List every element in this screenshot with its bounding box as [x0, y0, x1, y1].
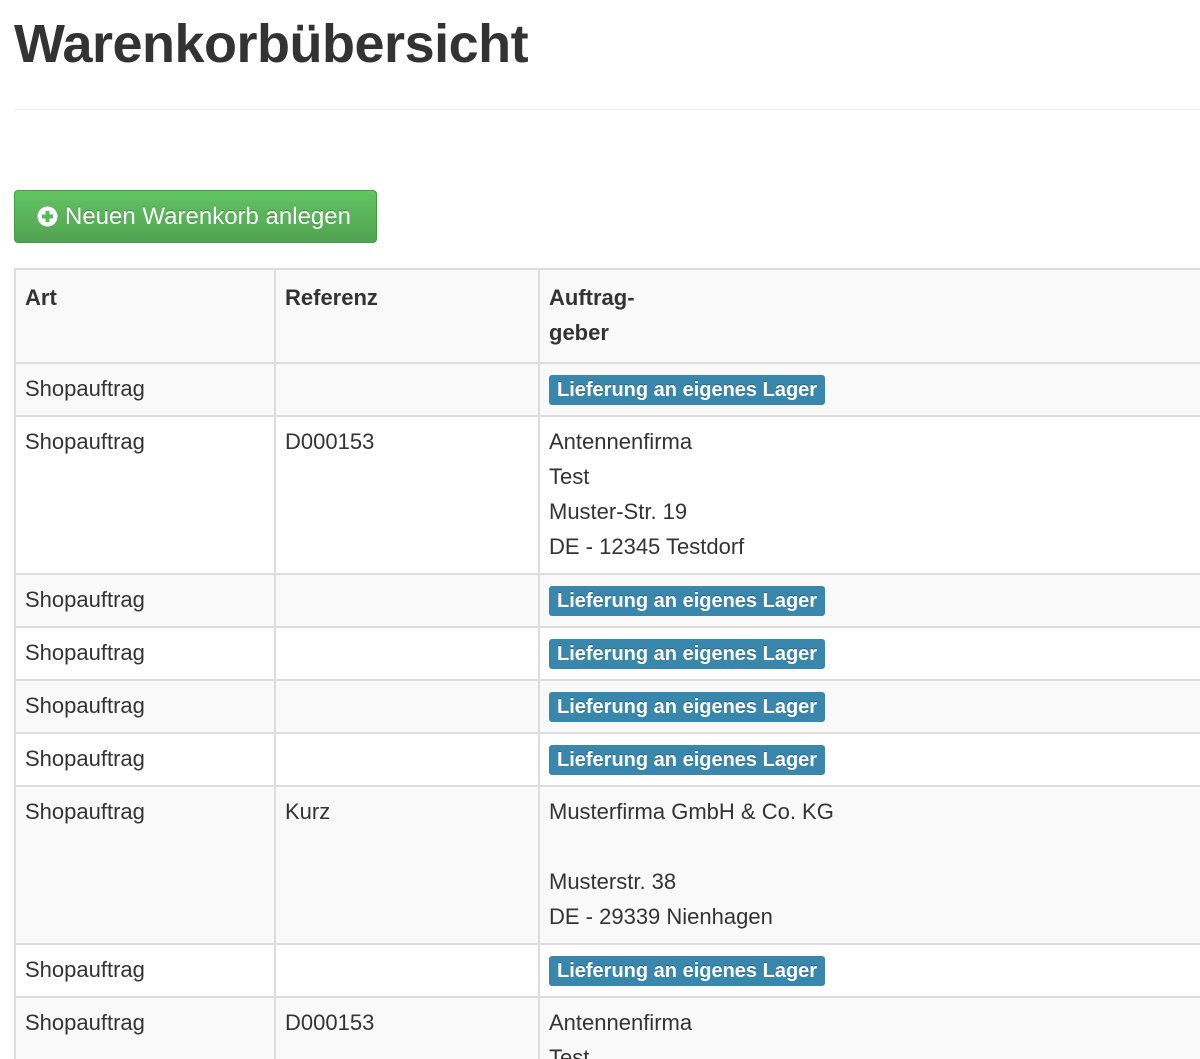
cell-auftraggeber: Lieferung an eigenes Lager	[538, 943, 1200, 998]
title-divider	[14, 109, 1200, 110]
table-row[interactable]: Shopauftrag Lieferung an eigenes Lager	[14, 362, 1200, 417]
column-header-auftraggeber-line2: geber	[549, 320, 609, 345]
table-row[interactable]: Shopauftrag D000153 Antennenfirma Test	[14, 996, 1200, 1059]
column-header-auftraggeber[interactable]: Auftrag- geber	[538, 268, 1200, 364]
cell-auftraggeber: Musterfirma GmbH & Co. KG Musterstr. 38 DE…	[538, 785, 1200, 945]
cell-auftraggeber: Lieferung an eigenes Lager	[538, 732, 1200, 787]
page-title: Warenkorbübersicht	[14, 14, 529, 74]
cell-auftraggeber: Antennenfirma Test Muster-Str. 19 DE - 1234…	[538, 415, 1200, 575]
table-header: Art Referenz Auftrag- geber	[14, 268, 1200, 364]
column-header-referenz[interactable]: Referenz	[274, 268, 540, 364]
cell-art: Shopauftrag	[14, 785, 276, 945]
column-header-auftraggeber-line1: Auftrag-	[549, 285, 635, 310]
delivery-badge: Lieferung an eigenes Lager	[549, 375, 826, 406]
table-row[interactable]: Shopauftrag Lieferung an eigenes Lager	[14, 626, 1200, 681]
new-cart-button[interactable]: Neuen Warenkorb anlegen	[14, 190, 377, 243]
table-body: Shopauftrag Lieferung an eigenes Lager Sho…	[14, 362, 1200, 1059]
table-row[interactable]: Shopauftrag Lieferung an eigenes Lager	[14, 732, 1200, 787]
table-header-row: Art Referenz Auftrag- geber	[14, 268, 1200, 364]
cell-referenz	[274, 626, 540, 681]
address-line: Muster-Str. 19	[549, 499, 688, 524]
cell-auftraggeber: Lieferung an eigenes Lager	[538, 679, 1200, 734]
cell-art: Shopauftrag	[14, 626, 276, 681]
cell-art: Shopauftrag	[14, 732, 276, 787]
cell-art: Shopauftrag	[14, 415, 276, 575]
address-line: Musterstr. 38	[549, 869, 677, 894]
cell-referenz	[274, 362, 540, 417]
cell-referenz	[274, 732, 540, 787]
address-line: Test	[549, 464, 590, 489]
cell-auftraggeber: Lieferung an eigenes Lager	[538, 362, 1200, 417]
table-row[interactable]: Shopauftrag D000153 Antennenfirma Test Muste…	[14, 415, 1200, 575]
cell-art: Shopauftrag	[14, 996, 276, 1059]
cell-art: Shopauftrag	[14, 573, 276, 628]
address-line: Test	[549, 1045, 590, 1059]
address-line: Musterfirma GmbH & Co. KG	[549, 799, 834, 824]
plus-circle-icon	[37, 206, 58, 227]
new-cart-button-label: Neuen Warenkorb anlegen	[65, 202, 351, 230]
cell-auftraggeber: Antennenfirma Test	[538, 996, 1200, 1059]
address-line: Antennenfirma	[549, 1010, 693, 1035]
address-line: Antennenfirma	[549, 429, 693, 454]
column-header-art[interactable]: Art	[14, 268, 276, 364]
delivery-badge: Lieferung an eigenes Lager	[549, 639, 826, 670]
cell-referenz	[274, 943, 540, 998]
delivery-badge: Lieferung an eigenes Lager	[549, 586, 826, 617]
cell-auftraggeber: Lieferung an eigenes Lager	[538, 626, 1200, 681]
cell-referenz: Kurz	[274, 785, 540, 945]
delivery-badge: Lieferung an eigenes Lager	[549, 692, 826, 723]
cell-referenz: D000153	[274, 996, 540, 1059]
cell-art: Shopauftrag	[14, 943, 276, 998]
cart-overview-page: Warenkorbübersicht Neuen Warenkorb anleg…	[0, 0, 1200, 1059]
cell-referenz: D000153	[274, 415, 540, 575]
delivery-badge: Lieferung an eigenes Lager	[549, 745, 826, 776]
cell-art: Shopauftrag	[14, 679, 276, 734]
cart-table: Art Referenz Auftrag- geber Shopauftrag L…	[14, 268, 1200, 1059]
table-row[interactable]: Shopauftrag Lieferung an eigenes Lager	[14, 573, 1200, 628]
address-line: DE - 29339 Nienhagen	[549, 904, 773, 929]
cell-auftraggeber: Lieferung an eigenes Lager	[538, 573, 1200, 628]
delivery-badge: Lieferung an eigenes Lager	[549, 956, 826, 987]
table-row[interactable]: Shopauftrag Lieferung an eigenes Lager	[14, 943, 1200, 998]
address-line: DE - 12345 Testdorf	[549, 534, 745, 559]
address-line	[549, 829, 1200, 864]
cell-referenz	[274, 679, 540, 734]
cell-art: Shopauftrag	[14, 362, 276, 417]
table-row[interactable]: Shopauftrag Kurz Musterfirma GmbH & Co. KG…	[14, 785, 1200, 945]
table-row[interactable]: Shopauftrag Lieferung an eigenes Lager	[14, 679, 1200, 734]
cell-referenz	[274, 573, 540, 628]
